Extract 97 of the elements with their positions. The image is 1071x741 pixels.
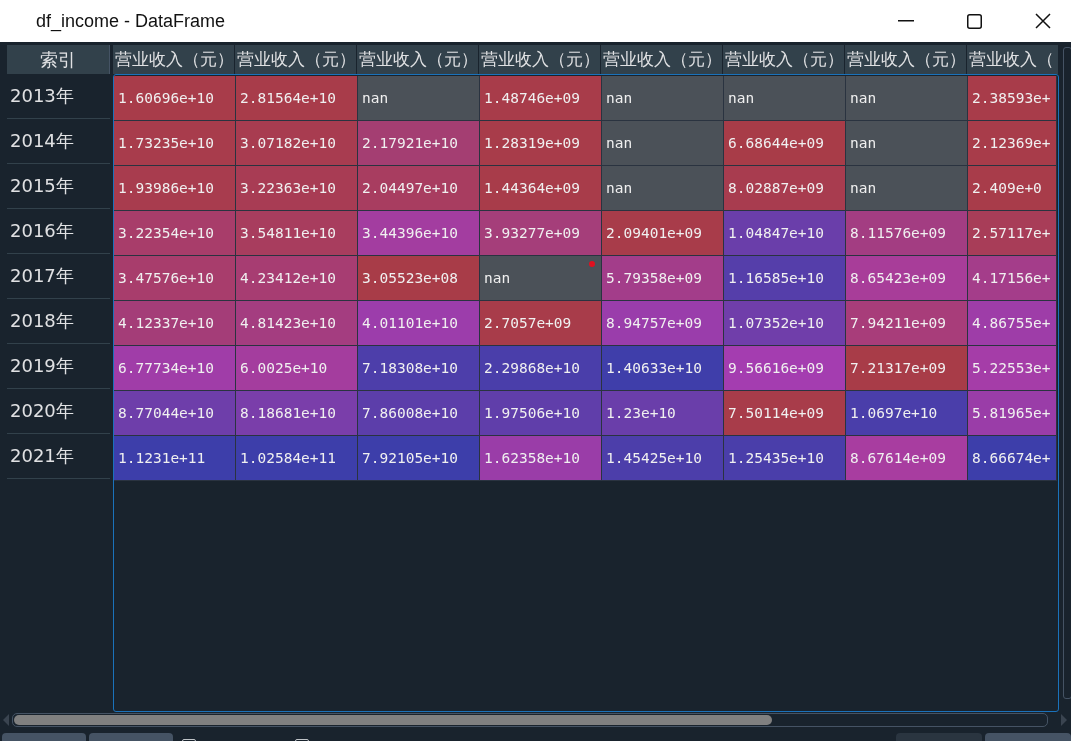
table-cell: nan: [480, 256, 602, 301]
table-cell: 7.50114e+09: [724, 391, 846, 436]
table-cell: 1.25435e+10: [724, 436, 846, 481]
table-cell: 1.73235e+10: [114, 121, 236, 166]
table-cell: 4.81423e+10: [236, 301, 358, 346]
table-cell: 8.65423e+09: [846, 256, 968, 301]
table-cell: 2.38593e+: [968, 76, 1057, 121]
row-header[interactable]: 2018年: [7, 299, 110, 344]
table-cell: nan: [724, 76, 846, 121]
table-cell: 5.81965e+: [968, 391, 1057, 436]
table-cell: 6.68644e+09: [724, 121, 846, 166]
table-cell: 3.47576e+10: [114, 256, 236, 301]
table-cell: 4.17156e+: [968, 256, 1057, 301]
row-header[interactable]: 2015年: [7, 164, 110, 209]
scroll-left-icon[interactable]: [3, 714, 9, 726]
table-cell: 5.22553e+: [968, 346, 1057, 391]
table-cell: 8.11576e+09: [846, 211, 968, 256]
table-cell: 1.1231e+11: [114, 436, 236, 481]
index-header[interactable]: 索引: [7, 45, 110, 74]
row-header[interactable]: 2017年: [7, 254, 110, 299]
table-cell: 1.28319e+09: [480, 121, 602, 166]
row-header[interactable]: 2014年: [7, 119, 110, 164]
column-header[interactable]: 营业收入（元）: [479, 45, 601, 74]
column-header[interactable]: 营业收入（元）: [601, 45, 723, 74]
window-title: df_income - DataFrame: [36, 10, 226, 32]
table-cell: 3.05523e+08: [358, 256, 480, 301]
table-cell: 7.21317e+09: [846, 346, 968, 391]
table-cell: 4.23412e+10: [236, 256, 358, 301]
close-icon[interactable]: [1035, 13, 1051, 29]
table-cell: 2.04497e+10: [358, 166, 480, 211]
table-cell: 1.23e+10: [602, 391, 724, 436]
table-cell: nan: [602, 76, 724, 121]
table-cell: 1.04847e+10: [724, 211, 846, 256]
table-cell: 4.86755e+: [968, 301, 1057, 346]
table-cell: nan: [602, 166, 724, 211]
maximize-icon[interactable]: [967, 13, 982, 29]
table-cell: 8.67614e+09: [846, 436, 968, 481]
table-cell: 8.94757e+09: [602, 301, 724, 346]
column-header[interactable]: 营业收入（元）: [723, 45, 845, 74]
table-cell: 5.79358e+09: [602, 256, 724, 301]
table-cell: 1.45425e+10: [602, 436, 724, 481]
row-header[interactable]: 2013年: [7, 74, 110, 119]
table-cell: 8.02887e+09: [724, 166, 846, 211]
minimize-icon[interactable]: [898, 20, 914, 22]
table-cell: 1.02584e+11: [236, 436, 358, 481]
table-cell: nan: [602, 121, 724, 166]
table-cell: 1.07352e+10: [724, 301, 846, 346]
table-cell: 2.409e+0: [968, 166, 1057, 211]
table-cell: 1.93986e+10: [114, 166, 236, 211]
table-cell: 8.66674e+: [968, 436, 1057, 481]
table-cell: 3.44396e+10: [358, 211, 480, 256]
table-cell: 2.17921e+10: [358, 121, 480, 166]
table-cell: 7.92105e+10: [358, 436, 480, 481]
table-cell: 3.22363e+10: [236, 166, 358, 211]
table-cell: 3.54811e+10: [236, 211, 358, 256]
table-cell: 9.56616e+09: [724, 346, 846, 391]
column-header[interactable]: 营业收入（: [967, 45, 1059, 74]
table-cell: 6.77734e+10: [114, 346, 236, 391]
table-cell: 2.57117e+: [968, 211, 1057, 256]
column-header[interactable]: 营业收入（元）: [113, 45, 235, 74]
column-header[interactable]: 营业收入（元）: [235, 45, 357, 74]
table-cell: 2.7057e+09: [480, 301, 602, 346]
table-cell: nan: [846, 76, 968, 121]
row-header[interactable]: 2016年: [7, 209, 110, 254]
row-header[interactable]: 2021年: [7, 434, 110, 479]
table-cell: 2.29868e+10: [480, 346, 602, 391]
table-cell: nan: [846, 121, 968, 166]
row-header[interactable]: 2019年: [7, 344, 110, 389]
table-cell: nan: [846, 166, 968, 211]
table-cell: 2.12369e+: [968, 121, 1057, 166]
table-cell: 1.40633e+10: [602, 346, 724, 391]
table-cell: 7.86008e+10: [358, 391, 480, 436]
table-cell: 8.77044e+10: [114, 391, 236, 436]
table-cell: 1.60696e+10: [114, 76, 236, 121]
table-cell: 4.01101e+10: [358, 301, 480, 346]
table-cell: 1.97506e+10: [480, 391, 602, 436]
column-header[interactable]: 营业收入（元）: [357, 45, 479, 74]
scroll-right-icon[interactable]: [1061, 714, 1067, 726]
table-cell: 3.22354e+10: [114, 211, 236, 256]
table-cell: 2.09401e+09: [602, 211, 724, 256]
table-cell: 7.18308e+10: [358, 346, 480, 391]
table-cell: 1.44364e+09: [480, 166, 602, 211]
horizontal-scrollbar[interactable]: [12, 713, 1048, 727]
table-cell: 1.0697e+10: [846, 391, 968, 436]
table-cell: 1.48746e+09: [480, 76, 602, 121]
table-cell: 1.62358e+10: [480, 436, 602, 481]
table-cell: 3.07182e+10: [236, 121, 358, 166]
table-cell: 4.12337e+10: [114, 301, 236, 346]
table-cell: 2.81564e+10: [236, 76, 358, 121]
table-cell: 7.94211e+09: [846, 301, 968, 346]
table-cell: 8.18681e+10: [236, 391, 358, 436]
table-cell: 3.93277e+09: [480, 211, 602, 256]
column-header[interactable]: 营业收入（元）: [845, 45, 967, 74]
table-cell: 6.0025e+10: [236, 346, 358, 391]
table-cell: nan: [358, 76, 480, 121]
table-cell: 1.16585e+10: [724, 256, 846, 301]
row-header[interactable]: 2020年: [7, 389, 110, 434]
